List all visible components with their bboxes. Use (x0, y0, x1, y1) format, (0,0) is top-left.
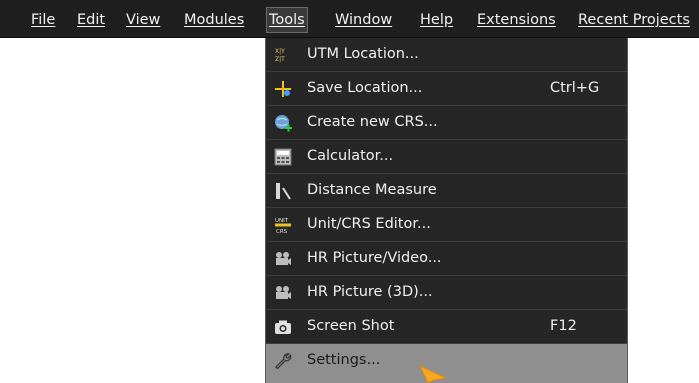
menu-item-create-new-crs[interactable]: Create new CRS... (266, 106, 627, 140)
svg-text:CRS: CRS (276, 229, 288, 234)
menu-item-label: HR Picture/Video... (307, 250, 442, 266)
shortcut-label: Ctrl+G (550, 80, 600, 96)
svg-text:X|Y: X|Y (275, 48, 285, 55)
svg-text:UNIT: UNIT (275, 218, 289, 224)
menu-item-label: Calculator... (307, 148, 394, 164)
video-camera-icon (276, 252, 291, 265)
menu-item-hr-picture-video[interactable]: HR Picture/Video... (266, 242, 627, 276)
utm-location-icon: X|Y Z|T (275, 48, 285, 63)
menu-item-label: Create new CRS... (307, 114, 438, 130)
video-camera-icon (276, 286, 291, 299)
menu-item-label: UTM Location... (307, 46, 419, 62)
menu-item-calculator[interactable]: Calculator... (266, 140, 627, 174)
tools-dropdown-menu: X|Y Z|T UTM Location... Save Location...… (265, 38, 628, 383)
menu-item-label: Screen Shot (307, 318, 395, 334)
menu-view[interactable]: View (126, 8, 160, 32)
menu-modules[interactable]: Modules (184, 8, 244, 32)
menu-bar: File Edit View Modules Tools Window Help… (0, 0, 699, 38)
shortcut-label: F12 (550, 318, 577, 334)
distance-measure-icon (276, 183, 291, 200)
menu-item-label: Settings... (307, 352, 381, 368)
unit-crs-editor-icon: UNIT CRS (275, 218, 291, 234)
create-crs-icon (275, 115, 292, 132)
calculator-icon (274, 148, 292, 166)
mouse-pointer-icon (418, 364, 448, 383)
menu-item-screen-shot[interactable]: Screen Shot F12 (266, 310, 627, 344)
menu-recent-projects[interactable]: Recent Projects (578, 8, 690, 32)
save-location-icon (275, 81, 291, 97)
svg-text:Z|T: Z|T (275, 56, 285, 63)
menu-help[interactable]: Help (420, 8, 453, 32)
menu-item-hr-picture-3d[interactable]: HR Picture (3D)... (266, 276, 627, 310)
menu-item-label: Unit/CRS Editor... (307, 216, 431, 232)
menu-edit[interactable]: Edit (77, 8, 105, 32)
menu-window[interactable]: Window (335, 8, 392, 32)
menu-item-save-location[interactable]: Save Location... Ctrl+G (266, 72, 627, 106)
menu-item-label: HR Picture (3D)... (307, 284, 433, 300)
menu-item-utm-location[interactable]: X|Y Z|T UTM Location... (266, 38, 627, 72)
menu-item-unit-crs-editor[interactable]: UNIT CRS Unit/CRS Editor... (266, 208, 627, 242)
menu-file[interactable]: File (31, 8, 55, 32)
wrench-icon (275, 353, 292, 370)
menu-tools[interactable]: Tools (266, 7, 308, 33)
menu-item-distance-measure[interactable]: Distance Measure (266, 174, 627, 208)
camera-icon (275, 320, 291, 334)
menu-extensions[interactable]: Extensions (477, 8, 556, 32)
menu-item-label: Distance Measure (307, 182, 437, 198)
menu-item-label: Save Location... (307, 80, 423, 96)
